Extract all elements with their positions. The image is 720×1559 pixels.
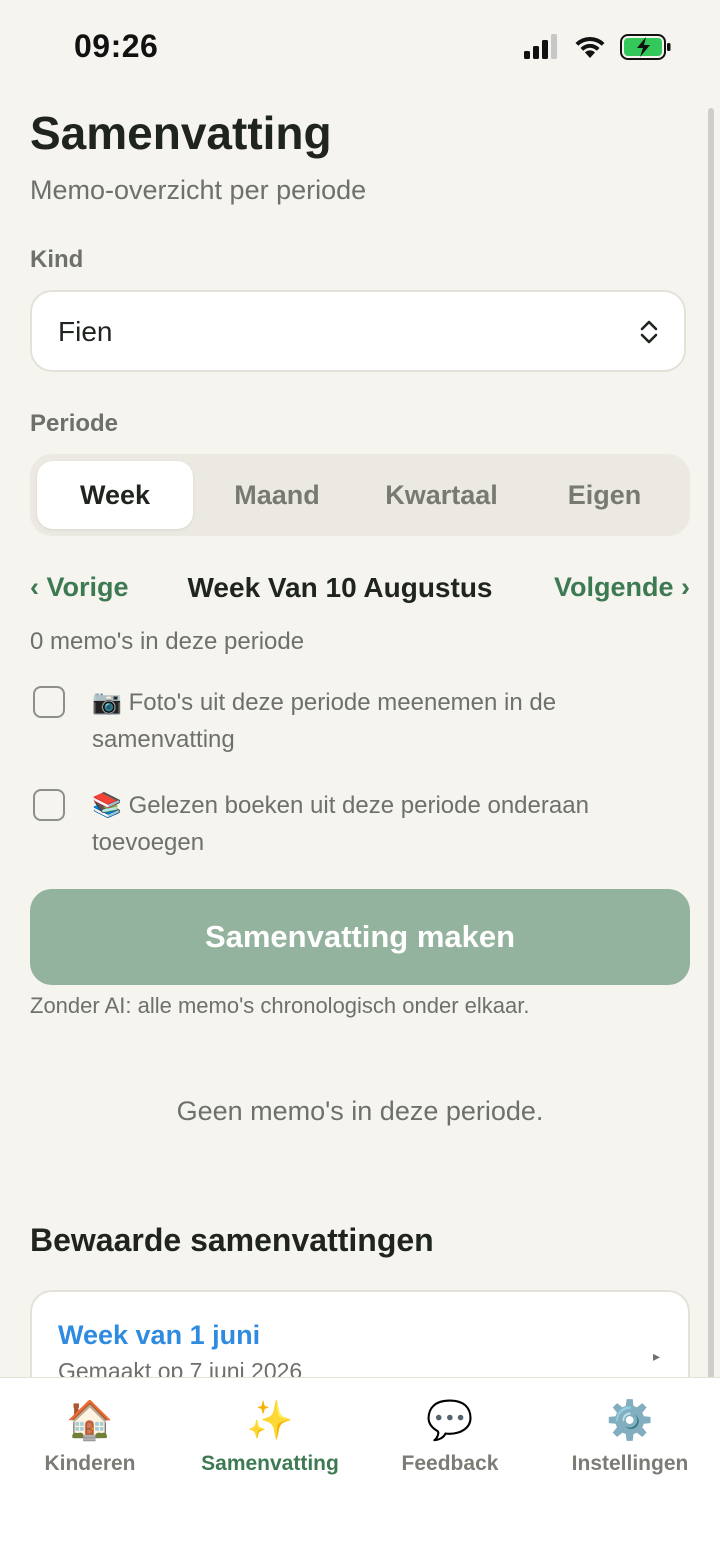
periode-label: Periode [30, 410, 119, 437]
include-photos-checkbox[interactable] [33, 686, 65, 718]
kind-select[interactable]: Fien [30, 290, 686, 372]
tab-instellingen[interactable]: ⚙️ Instellingen [540, 1396, 720, 1476]
status-icons [524, 34, 672, 60]
include-books-checkbox[interactable] [33, 789, 65, 821]
tab-feedback[interactable]: 💬 Feedback [360, 1396, 540, 1476]
next-period-button[interactable]: Volgende › [554, 572, 690, 603]
include-photos-label: 📷 Foto's uit deze periode meenemen in de… [92, 684, 682, 758]
chevron-up-down-icon [640, 320, 658, 344]
segment-week[interactable]: Week [37, 461, 193, 529]
status-bar: 09:26 [0, 0, 720, 96]
camera-icon: 📷 [92, 688, 122, 716]
speech-bubble-icon: 💬 [426, 1398, 474, 1442]
include-books-label: 📚 Gelezen boeken uit deze periode ondera… [92, 787, 682, 861]
include-photos-text: Foto's uit deze periode meenemen in de s… [92, 689, 557, 753]
saved-summaries-title: Bewaarde samenvattingen [30, 1222, 434, 1258]
tab-feedback-label: Feedback [401, 1452, 499, 1475]
no-ai-hint: Zonder AI: alle memo's chronologisch ond… [30, 993, 530, 1018]
status-time: 09:26 [74, 28, 159, 64]
option-include-books: 📚 Gelezen boeken uit deze periode ondera… [30, 787, 690, 867]
memo-count: 0 memo's in deze periode [30, 628, 305, 655]
tab-kinderen[interactable]: 🏠 Kinderen [0, 1396, 180, 1476]
make-summary-button[interactable]: Samenvatting maken [30, 889, 690, 985]
books-icon: 📚 [92, 791, 122, 819]
option-include-photos: 📷 Foto's uit deze periode meenemen in de… [30, 684, 690, 764]
disclosure-arrow-icon: ▸ [652, 1348, 660, 1364]
kind-label: Kind [30, 246, 84, 273]
scroll-indicator[interactable] [708, 108, 714, 1464]
gear-icon: ⚙️ [606, 1398, 654, 1442]
house-icon: 🏠 [66, 1398, 114, 1442]
tab-kinderen-label: Kinderen [44, 1452, 136, 1475]
cellular-signal-icon [524, 34, 557, 59]
empty-state-message: Geen memo's in deze periode. [176, 1096, 544, 1126]
wifi-icon [575, 36, 605, 58]
period-segmented-control: Week Maand Kwartaal Eigen [30, 454, 690, 536]
segment-eigen[interactable]: Eigen [523, 461, 686, 529]
kind-selected-value: Fien [58, 316, 113, 347]
page-subtitle: Memo-overzicht per periode [30, 175, 367, 205]
tab-instellingen-label: Instellingen [571, 1452, 689, 1475]
period-navigation: ‹ Vorige Week Van 10 Augustus Volgende › [30, 572, 690, 612]
battery-charging-icon [620, 34, 671, 60]
saved-summary-title: Week van 1 juni [58, 1320, 261, 1350]
include-books-text: Gelezen boeken uit deze periode onderaan… [92, 792, 589, 856]
page-title: Samenvatting [30, 107, 332, 159]
tab-bar: 🏠 Kinderen ✨ Samenvatting 💬 Feedback ⚙️ … [0, 1377, 720, 1559]
segment-kwartaal[interactable]: Kwartaal [360, 461, 523, 529]
tab-samenvatting[interactable]: ✨ Samenvatting [180, 1396, 360, 1476]
sparkles-icon: ✨ [246, 1398, 294, 1442]
segment-maand[interactable]: Maand [196, 461, 358, 529]
tab-samenvatting-label: Samenvatting [201, 1452, 339, 1475]
